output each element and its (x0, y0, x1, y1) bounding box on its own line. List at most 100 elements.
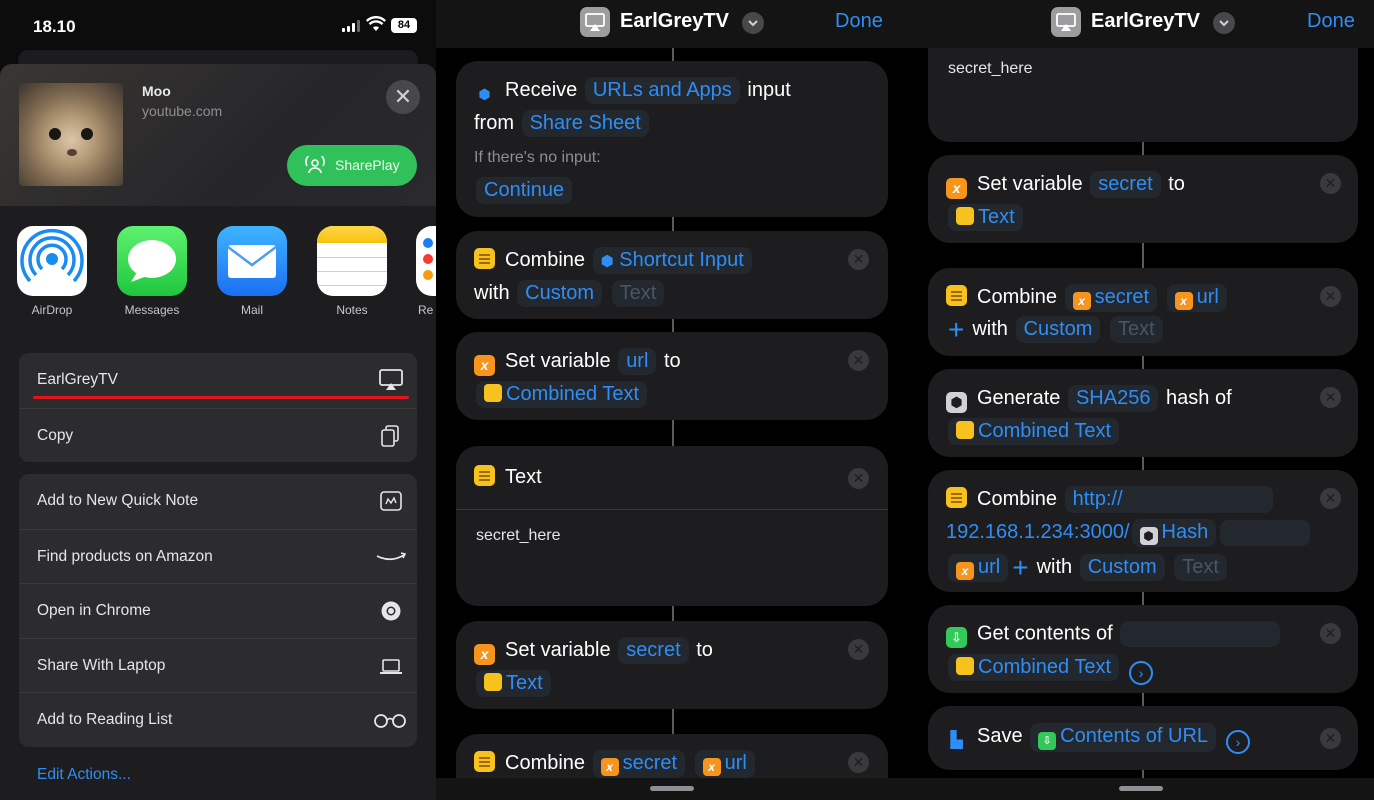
with-label: with (1036, 556, 1073, 578)
text-action-icon (474, 751, 495, 772)
app-notes[interactable]: Notes (312, 226, 392, 317)
chevron-down-icon[interactable] (1213, 12, 1235, 34)
action-quick-note[interactable]: Add to New Quick Note (19, 474, 417, 529)
remove-action-button[interactable]: ✕ (1320, 286, 1341, 307)
remove-action-button[interactable]: ✕ (848, 350, 869, 371)
token-label: Combined Text (506, 383, 640, 405)
action-set-variable-secret[interactable]: x Set variable secret to Text ✕ (456, 621, 888, 709)
url-variable-token[interactable]: x url (694, 750, 755, 778)
empty-token-space[interactable] (1220, 519, 1311, 546)
fallback-token[interactable]: Continue (476, 177, 573, 204)
action-save[interactable]: ▙ Save ⇩ Contents of URL › ✕ (928, 706, 1358, 770)
hash-variable-token[interactable]: ⬢ Hash (1131, 519, 1217, 547)
app-reminders[interactable]: Re (412, 226, 436, 317)
action-get-contents[interactable]: ⇩ Get contents of Combined Text › ✕ (928, 605, 1358, 693)
remove-action-button[interactable]: ✕ (1320, 387, 1341, 408)
action-text[interactable]: Text secret_here ✕ (456, 446, 888, 606)
separator-text-field[interactable]: Text (611, 280, 665, 307)
separator-mode-token[interactable]: Custom (1015, 316, 1101, 343)
close-button[interactable]: ✕ (386, 80, 420, 114)
contents-of-url-token[interactable]: ⇩ Contents of URL (1030, 723, 1217, 752)
app-messages[interactable]: Messages (112, 226, 192, 317)
plus-icon[interactable]: + (948, 314, 964, 346)
close-icon: ✕ (1324, 490, 1337, 506)
text-token[interactable]: Text (948, 204, 1023, 231)
text-token[interactable]: Text (476, 670, 551, 697)
combined-text-token[interactable]: Combined Text (948, 654, 1120, 681)
input-type-token[interactable]: URLs and Apps (584, 77, 740, 104)
app-airdrop[interactable]: AirDrop (12, 226, 92, 317)
to-label: to (1168, 173, 1185, 195)
airplay-icon (379, 369, 403, 390)
remove-action-button[interactable]: ✕ (1320, 623, 1341, 644)
remove-action-button[interactable]: ✕ (1320, 728, 1341, 749)
url-variable-token[interactable]: x url (1166, 284, 1227, 312)
done-button[interactable]: Done (1307, 10, 1355, 33)
shortcut-title[interactable]: EarlGreyTV (1091, 10, 1200, 33)
action-open-chrome[interactable]: Open in Chrome (19, 583, 417, 638)
url-variable-token[interactable]: x url (948, 554, 1009, 582)
status-time: 18.10 (33, 17, 76, 36)
action-share-laptop[interactable]: Share With Laptop (19, 637, 417, 693)
share-sheet: Moo youtube.com ✕ SharePlay AirDrop Mess… (0, 64, 436, 800)
to-label: to (663, 350, 681, 372)
token-label: url (724, 752, 747, 774)
remove-action-button[interactable]: ✕ (848, 249, 869, 270)
laptop-icon (380, 658, 402, 674)
action-receive[interactable]: ⬢ Receive URLs and Apps input from Share … (456, 61, 888, 217)
plus-icon[interactable]: + (1012, 552, 1028, 584)
secret-variable-token[interactable]: x secret (592, 750, 686, 778)
separator-mode-token[interactable]: Custom (1079, 554, 1165, 581)
text-action-body[interactable]: secret_here (476, 527, 561, 545)
action-combine-1[interactable]: Combine ⬢ Shortcut Input with Custom Tex… (456, 231, 888, 319)
source-token[interactable]: Share Sheet (521, 110, 649, 137)
token-label: url (978, 556, 1001, 578)
app-mail[interactable]: Mail (212, 226, 292, 317)
url-input-token[interactable] (1120, 621, 1281, 647)
hash-algorithm-token[interactable]: SHA256 (1067, 385, 1159, 412)
remove-action-button[interactable]: ✕ (1320, 488, 1341, 509)
variable-name-token[interactable]: secret (618, 637, 689, 664)
variable-name-token[interactable]: secret (1090, 171, 1161, 198)
action-generate-hash[interactable]: ⬢ Generate SHA256 hash of Combined Text ✕ (928, 369, 1358, 457)
shortcut-title[interactable]: EarlGreyTV (620, 10, 729, 33)
action-reading-list[interactable]: Add to Reading List (19, 692, 417, 747)
action-amazon[interactable]: Find products on Amazon (19, 528, 417, 584)
edit-actions-link[interactable]: Edit Actions... (37, 766, 131, 784)
action-label: Find products on Amazon (37, 547, 213, 565)
shortcut-input-token[interactable]: ⬢ Shortcut Input (592, 247, 752, 274)
url-host-text[interactable]: 192.168.1.234:3000/ (946, 521, 1130, 543)
chevron-down-icon[interactable] (742, 12, 764, 34)
separator-mode-token[interactable]: Custom (517, 280, 603, 307)
action-set-variable-secret[interactable]: x Set variable secret to Text ✕ (928, 155, 1358, 243)
secret-variable-token[interactable]: x secret (1064, 284, 1158, 312)
action-copy[interactable]: Copy (19, 407, 417, 462)
mail-icon (217, 226, 287, 296)
action-label: Add to Reading List (37, 711, 173, 729)
shareplay-button[interactable]: SharePlay (287, 145, 417, 186)
remove-action-button[interactable]: ✕ (1320, 173, 1341, 194)
chevron-right-icon[interactable]: › (1129, 661, 1154, 685)
chevron-right-icon[interactable]: › (1226, 730, 1251, 754)
token-label: secret (1094, 286, 1150, 308)
variable-name-token[interactable]: url (618, 348, 657, 375)
combined-text-token[interactable]: Combined Text (948, 418, 1120, 445)
action-earlgreytv[interactable]: EarlGreyTV (19, 353, 417, 408)
receive-input-label: input (747, 79, 791, 101)
quick-note-icon (380, 491, 402, 511)
highlight-underline (33, 396, 409, 399)
url-prefix-token[interactable]: http:// (1064, 486, 1273, 513)
remove-action-button[interactable]: ✕ (848, 468, 869, 489)
combined-text-token[interactable]: Combined Text (476, 381, 648, 408)
separator-text-field[interactable]: Text (1174, 554, 1227, 581)
action-combine-secret-url[interactable]: Combine x secret x url + with Custom Text ✕ (928, 268, 1358, 356)
text-action-body[interactable]: secret_here (948, 60, 1033, 78)
action-combine-url[interactable]: Combine http:// 192.168.1.234:3000/⬢ Hash… (928, 470, 1358, 592)
remove-action-button[interactable]: ✕ (848, 639, 869, 660)
action-set-variable-url[interactable]: x Set variable url to Combined Text ✕ (456, 332, 888, 420)
separator-text-field[interactable]: Text (1109, 316, 1163, 343)
variable-icon: x (600, 758, 619, 776)
remove-action-button[interactable]: ✕ (848, 752, 869, 773)
setvar-verb: Set variable (505, 639, 611, 661)
done-button[interactable]: Done (835, 10, 883, 33)
